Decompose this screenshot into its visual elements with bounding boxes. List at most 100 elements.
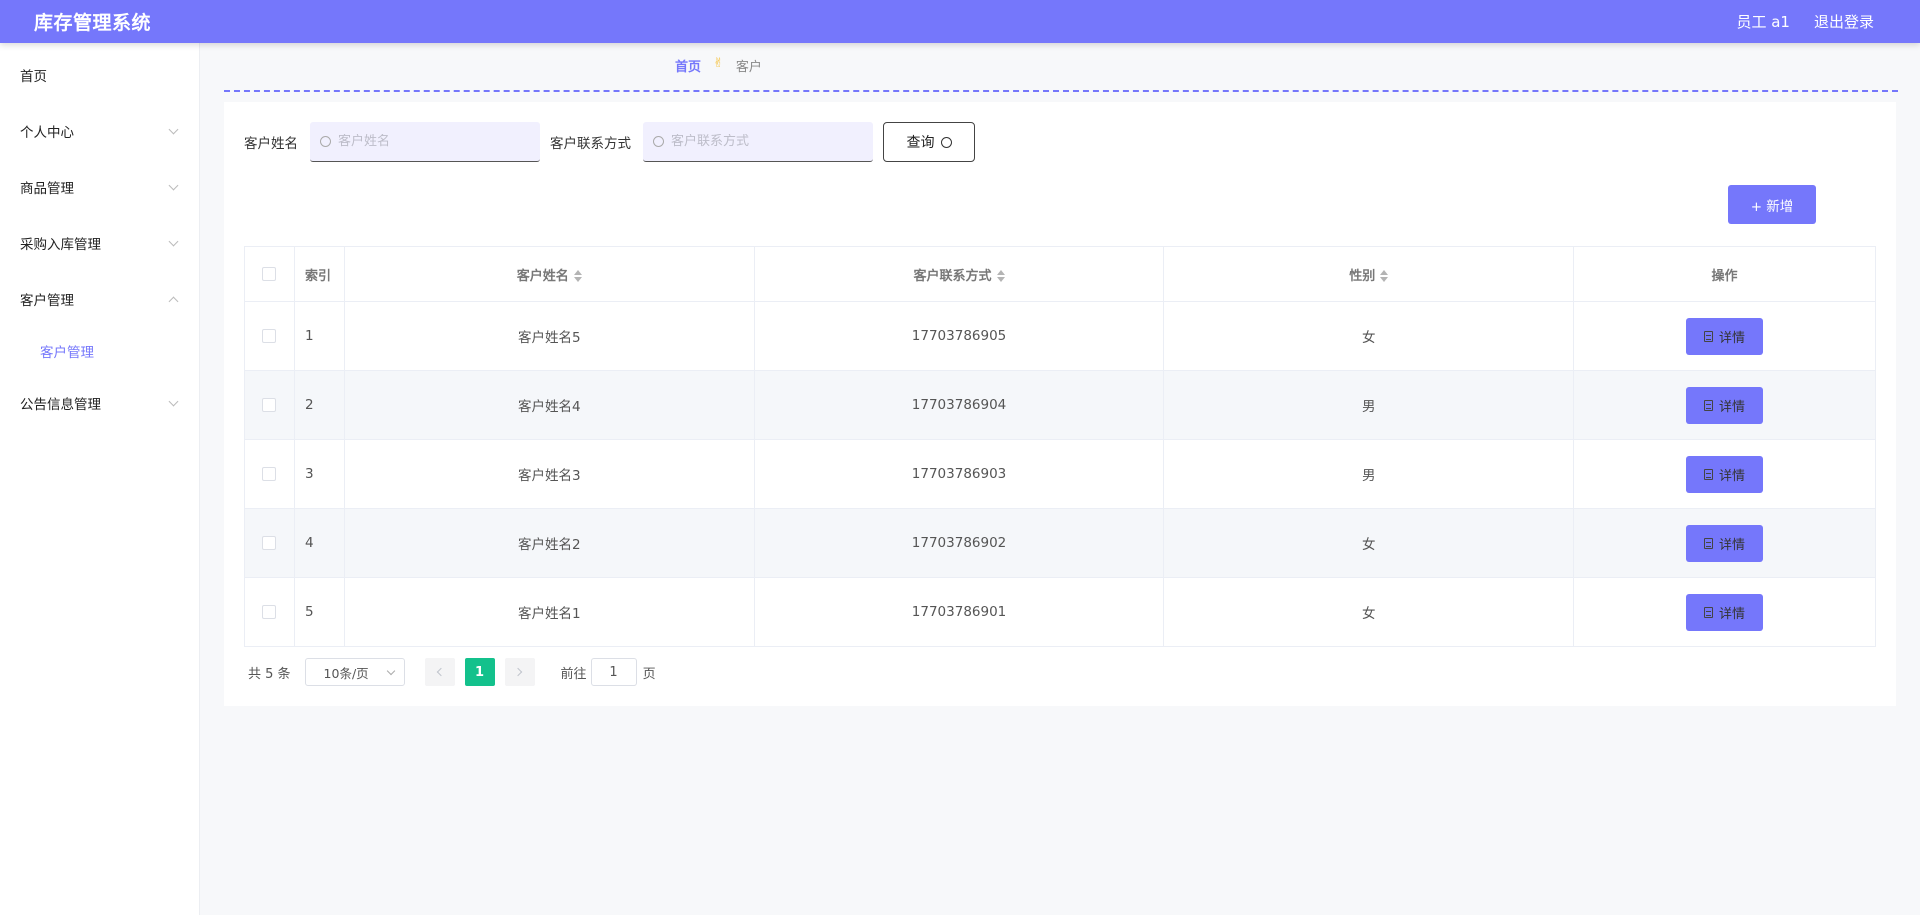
row-customer-name: 客户姓名1: [343, 577, 755, 647]
sort-icon[interactable]: [996, 270, 1005, 282]
customer-name-label: 客户姓名: [244, 136, 298, 152]
row-sex: 男: [1163, 439, 1575, 509]
customer-contact-field[interactable]: [643, 122, 873, 162]
page-size-value: 10条/页: [323, 665, 369, 681]
row-operation: 详情: [1573, 301, 1876, 371]
chevron-down-icon: [168, 124, 179, 134]
row-check-cell: [244, 439, 295, 509]
row-checkbox[interactable]: [262, 536, 277, 550]
sidebar-item-notice[interactable]: 公告信息管理: [0, 375, 199, 431]
header-customer-name[interactable]: 客户姓名: [343, 246, 755, 302]
detail-button[interactable]: 详情: [1686, 455, 1764, 493]
user-area: 员工 a1 退出登录: [1736, 11, 1874, 32]
row-sex: 女: [1163, 508, 1575, 578]
goto-page-input[interactable]: [590, 658, 637, 686]
chevron-down-icon: [168, 396, 179, 406]
sidebar-item-home[interactable]: 首页: [0, 47, 199, 103]
header-index: 索引: [293, 246, 345, 302]
sidebar-subitem-label: 客户管理: [40, 345, 94, 361]
customer-contact-input[interactable]: [671, 134, 851, 149]
table-row: 4 客户姓名2 17703786902 女 详情: [244, 508, 1876, 578]
logout-link[interactable]: 退出登录: [1814, 11, 1874, 32]
header-label: 性别: [1349, 268, 1376, 284]
row-checkbox[interactable]: [262, 467, 277, 481]
chevron-up-icon: [168, 296, 179, 306]
row-index: 2: [293, 370, 345, 440]
detail-button-label: 详情: [1719, 468, 1746, 484]
goto-suffix: 页: [642, 666, 656, 682]
query-button[interactable]: 查询: [883, 122, 975, 162]
header-label: 客户联系方式: [913, 268, 992, 284]
header-operation: 操作: [1573, 246, 1876, 302]
header-customer-contact[interactable]: 客户联系方式: [753, 246, 1165, 302]
user-name[interactable]: 员工 a1: [1736, 11, 1790, 32]
page-number-current[interactable]: 1: [464, 658, 495, 686]
page-size-select[interactable]: 10条/页: [304, 658, 405, 686]
row-customer-phone: 17703786903: [753, 439, 1165, 509]
prev-page-button[interactable]: [424, 658, 455, 686]
row-check-cell: [244, 301, 295, 371]
sort-icon[interactable]: [1380, 270, 1389, 282]
sidebar-item-label: 客户管理: [20, 293, 74, 309]
select-all-checkbox[interactable]: [262, 267, 277, 281]
row-sex: 女: [1163, 301, 1575, 371]
document-icon: [1704, 330, 1714, 342]
pagination: 共 5 条 10条/页 1 前往 页: [248, 658, 656, 686]
row-operation: 详情: [1573, 508, 1876, 578]
row-check-cell: [244, 577, 295, 647]
customer-name-field[interactable]: [310, 122, 540, 162]
sidebar-subitem-customer-management[interactable]: 客户管理: [0, 327, 199, 375]
sidebar-item-label: 首页: [20, 69, 47, 85]
sidebar-item-goods[interactable]: 商品管理: [0, 159, 199, 215]
row-index: 4: [293, 508, 345, 578]
search-form: 客户姓名 客户联系方式 查询: [244, 122, 975, 162]
search-icon: [940, 136, 952, 148]
document-icon: [1704, 468, 1714, 480]
customer-contact-label: 客户联系方式: [550, 136, 631, 152]
row-customer-phone: 17703786902: [753, 508, 1165, 578]
sort-icon[interactable]: [573, 270, 582, 282]
row-checkbox[interactable]: [262, 605, 277, 619]
chevron-down-icon: [168, 236, 179, 246]
table-row: 2 客户姓名4 17703786904 男 详情: [244, 370, 1876, 440]
table-row: 1 客户姓名5 17703786905 女 详情: [244, 301, 1876, 371]
row-customer-name: 客户姓名5: [343, 301, 755, 371]
table-header-row: 索引 客户姓名 客户联系方式 性别 操作: [244, 246, 1876, 302]
breadcrumb-current: 客户: [735, 60, 762, 75]
row-sex: 女: [1163, 577, 1575, 647]
row-customer-phone: 17703786904: [753, 370, 1165, 440]
row-check-cell: [244, 370, 295, 440]
row-customer-phone: 17703786905: [753, 301, 1165, 371]
customer-name-input[interactable]: [338, 134, 518, 149]
sidebar-item-personal-center[interactable]: 个人中心: [0, 103, 199, 159]
add-button[interactable]: + 新增: [1728, 185, 1816, 224]
content-panel: 客户姓名 客户联系方式 查询 + 新增 索引 客户姓名 客户联系方式 性别 操作: [224, 102, 1896, 706]
header-sex[interactable]: 性别: [1163, 246, 1575, 302]
search-icon: [653, 136, 664, 147]
document-icon: [1704, 399, 1714, 411]
row-checkbox[interactable]: [262, 329, 277, 343]
sidebar-item-purchase[interactable]: 采购入库管理: [0, 215, 199, 271]
row-customer-name: 客户姓名3: [343, 439, 755, 509]
row-index: 1: [293, 301, 345, 371]
customer-table: 索引 客户姓名 客户联系方式 性别 操作 1 客户姓名5 17703786905…: [244, 246, 1876, 647]
header-label: 客户姓名: [516, 268, 569, 284]
sidebar-item-label: 采购入库管理: [20, 237, 101, 253]
detail-button[interactable]: 详情: [1686, 593, 1764, 631]
select-all-cell: [244, 246, 295, 302]
breadcrumb-separator-icon: ✌: [713, 56, 724, 71]
row-sex: 男: [1163, 370, 1575, 440]
detail-button[interactable]: 详情: [1686, 317, 1764, 355]
sidebar-item-customer[interactable]: 客户管理: [0, 271, 199, 327]
breadcrumb-home[interactable]: 首页: [675, 56, 701, 75]
next-page-button[interactable]: [504, 658, 535, 686]
row-checkbox[interactable]: [262, 398, 277, 412]
row-operation: 详情: [1573, 439, 1876, 509]
detail-button[interactable]: 详情: [1686, 524, 1764, 562]
breadcrumb: 首页 ✌ 客户: [224, 56, 1898, 92]
document-icon: [1704, 537, 1714, 549]
app-title: 库存管理系统: [34, 12, 152, 34]
row-customer-name: 客户姓名2: [343, 508, 755, 578]
row-index: 3: [293, 439, 345, 509]
detail-button[interactable]: 详情: [1686, 386, 1764, 424]
